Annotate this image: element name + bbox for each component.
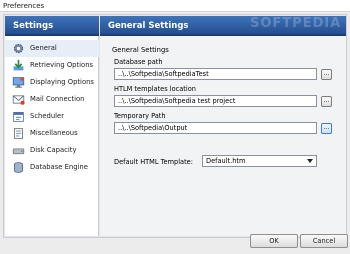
temporary-path-label: Temporary Path <box>114 112 166 120</box>
sidebar-item-label: Database Engine <box>30 163 88 171</box>
gear-icon <box>13 43 24 54</box>
section-title: General Settings <box>112 46 169 54</box>
mail-icon <box>12 95 25 105</box>
chevron-down-icon <box>307 159 313 163</box>
sidebar-item-disk-capacity[interactable]: Disk Capacity <box>5 142 99 159</box>
sidebar-item-retrieving-options[interactable]: Retrieving Options <box>5 57 99 74</box>
panel-header: General Settings SOFTPEDIA <box>100 16 346 36</box>
preferences-window: Preferences Settings General Retrieving … <box>0 0 350 254</box>
templates-location-browse-button[interactable]: ... <box>321 96 332 107</box>
sidebar-item-label: Scheduler <box>30 112 65 120</box>
sidebar-item-scheduler[interactable]: Scheduler <box>5 108 99 125</box>
sidebar-item-label: Retrieving Options <box>30 61 94 69</box>
download-icon <box>13 59 24 71</box>
sidebar-item-label: Displaying Options <box>30 78 94 86</box>
sidebar-item-miscellaneous[interactable]: Miscellaneous <box>5 125 99 142</box>
disk-icon <box>12 148 25 155</box>
sidebar-item-label: General <box>30 44 57 52</box>
database-icon <box>14 162 23 173</box>
default-template-value: Default.htm <box>206 157 246 165</box>
settings-panel: General Settings SOFTPEDIA General Setti… <box>100 16 346 236</box>
preferences-frame: Settings General Retrieving Options Disp… <box>3 14 347 238</box>
sidebar-header: Settings <box>5 16 99 36</box>
database-path-input[interactable]: ..\..\Softpedia\SoftpediaTest <box>114 68 317 80</box>
watermark: SOFTPEDIA <box>250 16 342 31</box>
scheduler-icon <box>13 112 24 122</box>
sidebar: Settings General Retrieving Options Disp… <box>5 16 99 236</box>
cancel-button[interactable]: Cancel <box>300 234 348 248</box>
panel-title: General Settings <box>108 21 189 31</box>
sidebar-item-label: Disk Capacity <box>30 146 77 154</box>
default-template-select[interactable]: Default.htm <box>202 155 317 167</box>
misc-icon <box>14 128 23 139</box>
sidebar-item-label: Mail Connection <box>30 95 85 103</box>
templates-location-label: HTLM templates location <box>114 85 196 93</box>
templates-location-input[interactable]: ..\..\Softpedia\Softpedia test project <box>114 95 317 107</box>
temporary-path-input[interactable]: ..\..\Softpedia\Output <box>114 122 317 134</box>
sidebar-list: General Retrieving Options Displaying Op… <box>5 40 99 176</box>
temporary-path-browse-button[interactable]: ... <box>321 123 332 134</box>
sidebar-item-mail-connection[interactable]: Mail Connection <box>5 91 99 108</box>
database-path-label: Database path <box>114 58 163 66</box>
window-title: Preferences <box>3 2 45 10</box>
title-bar: Preferences <box>0 0 350 12</box>
display-icon <box>12 77 25 88</box>
sidebar-item-displaying-options[interactable]: Displaying Options <box>5 74 99 91</box>
sidebar-item-database-engine[interactable]: Database Engine <box>5 159 99 176</box>
sidebar-item-label: Miscellaneous <box>30 129 78 137</box>
default-template-label: Default HTML Template: <box>114 158 193 166</box>
database-path-browse-button[interactable]: ... <box>321 69 332 80</box>
sidebar-item-general[interactable]: General <box>5 40 99 57</box>
ok-button[interactable]: OK <box>250 234 298 248</box>
